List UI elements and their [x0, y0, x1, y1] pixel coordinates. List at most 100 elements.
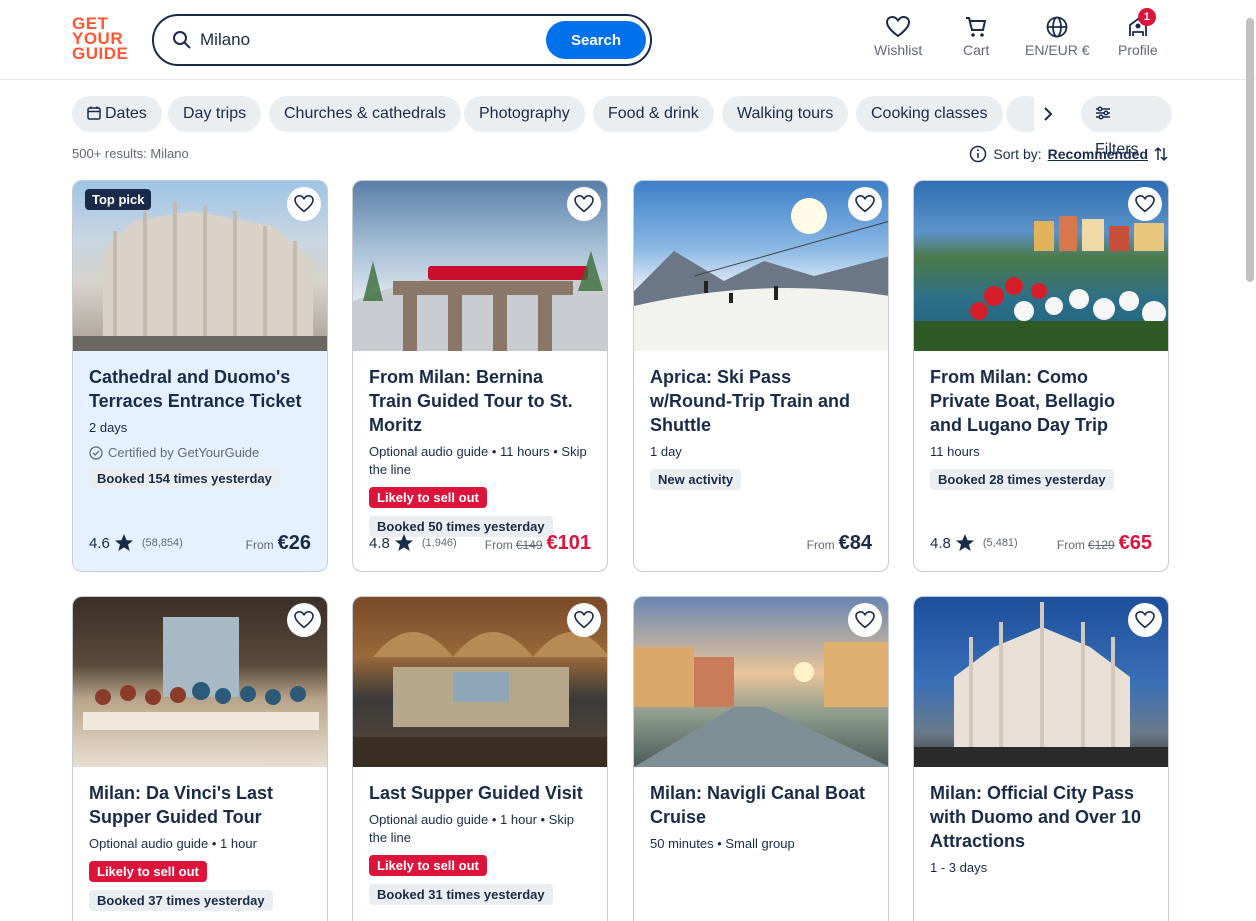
activity-meta: Optional audio guide • 1 hour	[89, 836, 257, 851]
cart-icon	[966, 17, 987, 37]
wishlist-heart-button[interactable]	[287, 603, 321, 637]
activity-card[interactable]: Top pick Cathedral and Duomo's Terraces …	[72, 180, 328, 572]
rating: 4.6 (58,854)	[89, 533, 183, 553]
heart-icon	[294, 611, 314, 629]
wishlist-heart-button[interactable]	[567, 187, 601, 221]
activity-image[interactable]	[914, 181, 1168, 351]
activity-title[interactable]: Last Supper Guided Visit	[369, 781, 591, 805]
globe-icon	[1046, 16, 1068, 38]
language-label: EN/EUR €	[1025, 42, 1090, 58]
search-bar: Search	[152, 14, 652, 66]
profile-nav[interactable]: 1 Profile	[1118, 8, 1158, 58]
activity-meta: Optional audio guide • 1 hour • Skip the…	[369, 812, 574, 845]
heart-icon	[574, 195, 594, 213]
price-amount: €84	[838, 532, 872, 554]
heart-icon	[574, 611, 594, 629]
logo-line-3: GUIDE	[72, 44, 129, 63]
card-body: Milan: Da Vinci's Last Supper Guided Tou…	[73, 767, 327, 921]
wishlist-heart-button[interactable]	[848, 603, 882, 637]
booked-badge: Booked 28 times yesterday	[930, 469, 1114, 490]
activity-card[interactable]: Milan: Navigli Canal Boat Cruise 50 minu…	[633, 596, 889, 921]
chip-walking-tours[interactable]: Walking tours	[722, 96, 849, 132]
activity-card[interactable]: Milan: Da Vinci's Last Supper Guided Tou…	[72, 596, 328, 921]
activity-card[interactable]: Last Supper Guided Visit Optional audio …	[352, 596, 608, 921]
activity-image[interactable]	[634, 597, 888, 767]
activity-title[interactable]: Milan: Navigli Canal Boat Cruise	[650, 781, 872, 829]
activity-meta: 1 - 3 days	[930, 860, 988, 875]
card-body: Last Supper Guided Visit Optional audio …	[353, 767, 607, 921]
activity-title[interactable]: From Milan: Bernina Train Guided Tour to…	[369, 365, 591, 437]
heart-icon	[1135, 195, 1155, 213]
language-currency-nav[interactable]: EN/EUR €	[1025, 16, 1090, 58]
likely-to-sell-out-badge: Likely to sell out	[89, 861, 207, 882]
chip-dates[interactable]: Dates	[72, 96, 162, 132]
review-count: (58,854)	[141, 537, 183, 549]
activity-title[interactable]: From Milan: Como Private Boat, Bellagio …	[930, 365, 1152, 437]
review-count: (5,481)	[982, 537, 1018, 549]
activity-card[interactable]: Milan: Official City Pass with Duomo and…	[913, 596, 1169, 921]
chip-photography[interactable]: Photography	[464, 96, 585, 132]
sort-control[interactable]: Sort by: Recommended	[969, 145, 1168, 163]
activity-image[interactable]	[353, 181, 607, 351]
chips-scroll-right[interactable]	[1034, 96, 1062, 132]
page-scrollbar[interactable]	[1246, 18, 1254, 282]
wishlist-heart-button[interactable]	[1128, 603, 1162, 637]
search-input[interactable]	[200, 26, 540, 54]
card-body: Milan: Navigli Canal Boat Cruise 50 minu…	[634, 767, 888, 921]
activity-card[interactable]: Aprica: Ski Pass w/Round-Trip Train and …	[633, 180, 889, 572]
activity-title[interactable]: Aprica: Ski Pass w/Round-Trip Train and …	[650, 365, 872, 437]
wishlist-label: Wishlist	[874, 42, 923, 58]
activity-image[interactable]: Top pick	[73, 181, 327, 351]
chevron-right-icon	[1044, 107, 1053, 121]
heart-icon	[294, 195, 314, 213]
activity-card[interactable]: From Milan: Bernina Train Guided Tour to…	[352, 180, 608, 572]
heart-icon	[886, 16, 911, 38]
wishlist-nav[interactable]: Wishlist	[874, 16, 922, 58]
activity-title[interactable]: Milan: Official City Pass with Duomo and…	[930, 781, 1152, 853]
chip-cooking-classes[interactable]: Cooking classes	[856, 96, 1003, 132]
wishlist-heart-button[interactable]	[848, 187, 882, 221]
calendar-icon	[87, 106, 101, 120]
activity-title[interactable]: Milan: Da Vinci's Last Supper Guided Tou…	[89, 781, 311, 829]
chip-food-drink[interactable]: Food & drink	[593, 96, 714, 132]
price-amount: €26	[277, 532, 311, 554]
search-button[interactable]: Search	[546, 21, 646, 59]
certified-check-icon	[89, 445, 103, 460]
sort-value[interactable]: Recommended	[1048, 146, 1148, 162]
chip-day-trips[interactable]: Day trips	[168, 96, 262, 132]
price-original: €129	[1087, 538, 1115, 552]
card-body: Aprica: Ski Pass w/Round-Trip Train and …	[634, 351, 888, 571]
wishlist-heart-button[interactable]	[287, 187, 321, 221]
getyourguide-logo[interactable]: GET YOUR GUIDE	[72, 15, 130, 66]
cart-label: Cart	[963, 42, 990, 58]
heart-icon	[855, 611, 875, 629]
rating: 4.8 (1,946)	[369, 533, 457, 553]
chip-churches-cathedrals[interactable]: Churches & cathedrals	[269, 96, 461, 132]
activity-image[interactable]	[914, 597, 1168, 767]
activity-card[interactable]: From Milan: Como Private Boat, Bellagio …	[913, 180, 1169, 572]
price-from: From	[245, 538, 274, 552]
star-icon	[114, 534, 133, 551]
sliders-icon	[1096, 106, 1110, 120]
activity-image[interactable]	[353, 597, 607, 767]
filters-button[interactable]: Filters	[1081, 96, 1172, 158]
rating-value: 4.8	[369, 534, 390, 552]
price-from: From	[484, 538, 513, 552]
activity-meta: 50 minutes • Small group	[650, 836, 795, 851]
top-header: GET YOUR GUIDE Search Wishlist Cart EN/E…	[0, 0, 1256, 80]
heart-icon	[1135, 611, 1155, 629]
price: From €84	[807, 532, 872, 555]
activity-image[interactable]	[73, 597, 327, 767]
rating-value: 4.8	[930, 534, 951, 552]
cart-nav[interactable]: Cart	[963, 16, 989, 58]
price: From €149 €101	[485, 532, 591, 555]
search-icon	[173, 31, 191, 49]
rating: 4.8 (5,481)	[930, 533, 1018, 553]
activity-title[interactable]: Cathedral and Duomo's Terraces Entrance …	[89, 365, 311, 413]
activity-image[interactable]	[634, 181, 888, 351]
star-icon	[955, 534, 974, 551]
activity-meta: 2 days	[89, 420, 128, 435]
wishlist-heart-button[interactable]	[1128, 187, 1162, 221]
card-body: From Milan: Como Private Boat, Bellagio …	[914, 351, 1168, 571]
wishlist-heart-button[interactable]	[567, 603, 601, 637]
